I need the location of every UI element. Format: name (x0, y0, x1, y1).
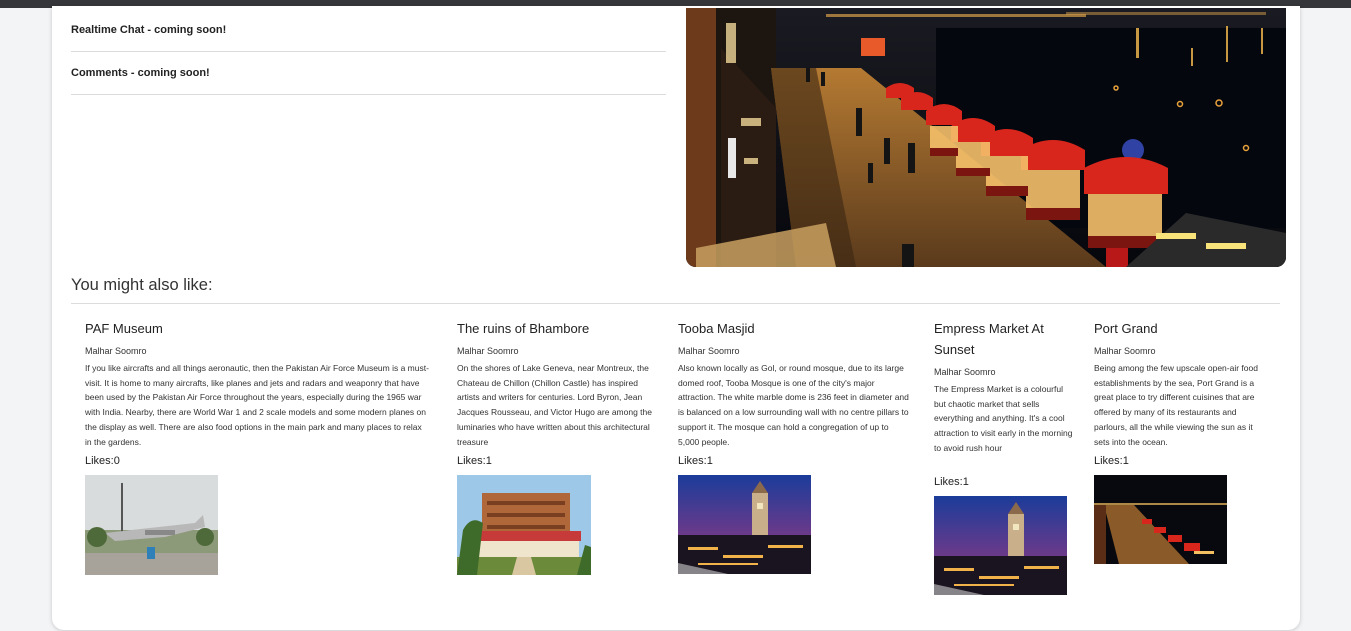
feature-list: Realtime Chat - coming soon! Comments - … (71, 10, 666, 95)
recommendation-author: Malhar Soomro (457, 346, 519, 356)
comments-item: Comments - coming soon! (71, 52, 666, 95)
recommendation-description: The Empress Market is a colourful but ch… (934, 384, 1073, 453)
port-grand-photo (1094, 475, 1227, 564)
tooba-masjid-photo (678, 475, 811, 574)
recommendation-card[interactable]: Empress Market At Sunset Malhar Soomro T… (934, 318, 1074, 595)
section-heading: You might also like: (71, 276, 213, 294)
recommendation-card[interactable]: PAF Museum Malhar Soomro If you like air… (85, 318, 430, 575)
paf-museum-photo (85, 475, 218, 575)
realtime-chat-item: Realtime Chat - coming soon! (71, 10, 666, 52)
recommendation-title[interactable]: Tooba Masjid (678, 318, 910, 339)
likes-count: Likes:1 (457, 455, 492, 467)
likes-count: Likes:0 (85, 455, 120, 467)
recommendation-description: On the shores of Lake Geneva, near Montr… (457, 363, 652, 447)
recommendation-image[interactable] (1094, 475, 1227, 564)
recommendation-image[interactable] (85, 475, 218, 575)
recommendation-author: Malhar Soomro (678, 346, 740, 356)
recommendation-author: Malhar Soomro (85, 346, 147, 356)
recommendation-description: Being among the few upscale open-air foo… (1094, 363, 1258, 447)
recommendation-title[interactable]: Empress Market At Sunset (934, 318, 1074, 360)
recommendation-image[interactable] (457, 475, 591, 575)
recommendation-card[interactable]: Tooba Masjid Malhar Soomro Also known lo… (678, 318, 910, 574)
recommendation-card[interactable]: Port Grand Malhar Soomro Being among the… (1094, 318, 1270, 564)
likes-count: Likes:1 (1094, 455, 1129, 467)
recommendation-description: Also known locally as Gol, or round mosq… (678, 363, 909, 447)
bhambore-photo (457, 475, 591, 575)
recommendation-image[interactable] (934, 496, 1067, 595)
section-divider (71, 303, 1280, 304)
recommendation-title[interactable]: Port Grand (1094, 318, 1270, 339)
recommendation-title[interactable]: The ruins of Bhambore (457, 318, 657, 339)
recommendation-image[interactable] (678, 475, 811, 574)
likes-count: Likes:1 (934, 476, 969, 488)
hero-image (686, 8, 1286, 267)
recommendation-author: Malhar Soomro (1094, 346, 1156, 356)
empress-market-photo (934, 496, 1067, 595)
recommendation-card[interactable]: The ruins of Bhambore Malhar Soomro On t… (457, 318, 657, 575)
port-grand-night-photo (686, 8, 1286, 267)
recommendation-description: If you like aircrafts and all things aer… (85, 363, 429, 447)
attraction-card: Realtime Chat - coming soon! Comments - … (52, 6, 1300, 630)
recommendation-author: Malhar Soomro (934, 367, 996, 377)
recommendation-title[interactable]: PAF Museum (85, 318, 430, 339)
likes-count: Likes:1 (678, 455, 713, 467)
